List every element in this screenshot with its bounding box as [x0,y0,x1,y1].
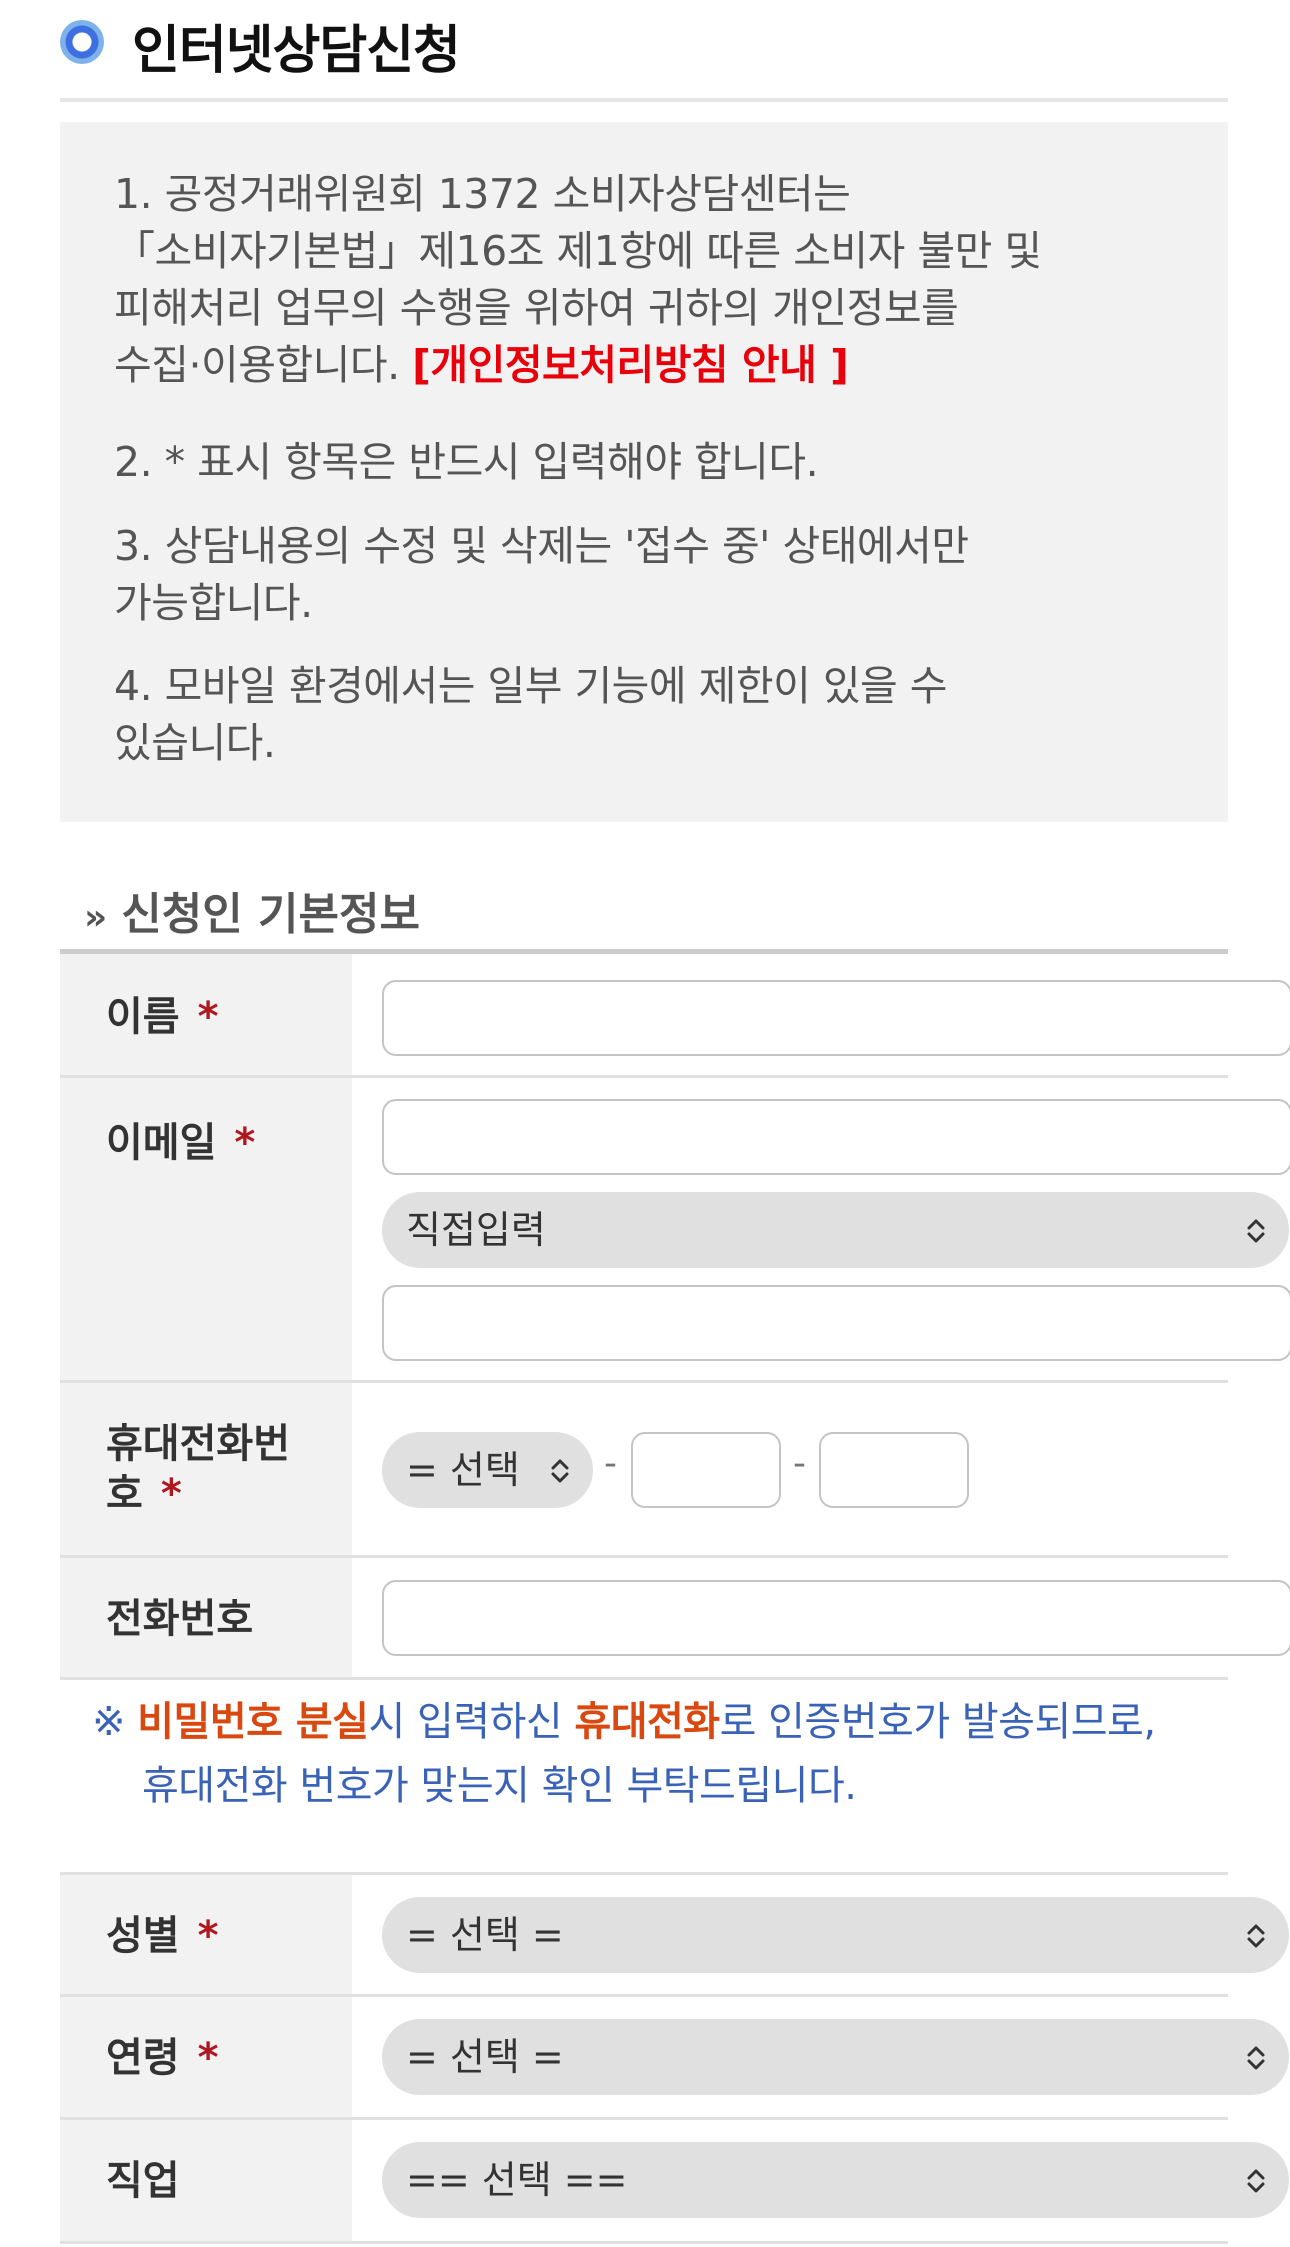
phone-label-cell: 전화번호 [60,1558,352,1677]
mobile-label: 휴대전화번 호 * [106,1419,290,1519]
notice-item-3: 3. 상담내용의 수정 및 삭제는 '접수 중' 상태에서만 가능합니다. [114,518,1194,632]
reference-mark-icon: ※ [92,1699,126,1745]
notice-item-1-line-3: 피해처리 업무의 수행을 위하여 귀하의 개인정보를 [114,284,959,332]
email-label-text: 이메일 [106,1120,217,1166]
section-marker-icon: » [84,897,108,938]
page-header: 인터넷상담신청 [60,0,1228,102]
chevron-up-down-icon [551,1459,569,1483]
phone-label: 전화번호 [106,1596,254,1642]
required-mark: * [160,1471,182,1517]
mobile-label-line-1: 휴대전화번 [106,1421,290,1467]
age-label: 연령 * [106,2033,219,2083]
mobile-middle-input[interactable] [631,1432,781,1508]
notice-item-1-line-1: 1. 공정거래위원회 1372 소비자상담센터는 [114,170,851,218]
required-mark: * [197,1913,219,1959]
phone-notice-emphasis-2: 휴대전화 [574,1699,720,1745]
gender-row: 성별 * = 선택 = [60,1875,1289,1997]
chevron-up-down-icon [1247,2046,1265,2070]
job-row: 직업 == 선택 == [60,2120,1289,2244]
email-domain-select-value: 직접입력 [406,1208,546,1252]
mobile-label-cell: 휴대전화번 호 * [60,1383,352,1555]
required-mark: * [234,1120,256,1166]
ring-bullet-icon [60,20,104,64]
mobile-separator: - [604,1443,617,1484]
phone-notice-emphasis-1: 비밀번호 분실 [137,1699,369,1745]
phone-row: 전화번호 [60,1558,1290,1680]
job-select-value: == 선택 == [406,2158,628,2202]
phone-notice: ※ 비밀번호 분실시 입력하신 휴대전화로 인증번호가 발송되므로, 휴대전화 … [92,1690,1242,1818]
notice-item-1-line-4: 수집·이용합니다. [114,341,413,389]
notice-item-2: 2. * 표시 항목은 반드시 입력해야 합니다. [114,438,819,486]
gender-label-text: 성별 [106,1913,180,1959]
email-row: 이메일 * 직접입력 [60,1078,1290,1383]
required-mark: * [197,2035,219,2081]
job-label: 직업 [106,2158,180,2204]
job-select[interactable]: == 선택 == [382,2142,1289,2218]
notice-box: 1. 공정거래위원회 1372 소비자상담센터는 「소비자기본법」제16조 제1… [60,122,1228,822]
privacy-policy-link[interactable]: [개인정보처리방침 안내 ] [412,341,849,389]
name-input[interactable] [382,980,1290,1056]
phone-notice-line-1: ※ 비밀번호 분실시 입력하신 휴대전화로 인증번호가 발송되므로, [92,1690,1242,1754]
name-label: 이름 * [106,992,219,1042]
notice-item-4-line-1: 4. 모바일 환경에서는 일부 기능에 제한이 있을 수 [114,662,948,710]
age-select[interactable]: = 선택 = [382,2019,1289,2095]
mobile-row: 휴대전화번 호 * = 선택 - - [60,1383,1228,1558]
phone-notice-line-2: 휴대전화 번호가 맞는지 확인 부탁드립니다. [142,1763,857,1809]
email-domain-input[interactable] [382,1285,1290,1361]
notice-item-3-line-1: 3. 상담내용의 수정 및 삭제는 '접수 중' 상태에서만 [114,522,969,570]
page-title: 인터넷상담신청 [132,21,461,81]
name-label-text: 이름 [106,994,180,1040]
notice-item-3-line-2: 가능합니다. [114,579,313,627]
chevron-up-down-icon [1247,1219,1265,1243]
name-row: 이름 * [60,954,1290,1078]
phone-notice-text-1: 시 입력하신 [368,1699,575,1745]
chevron-up-down-icon [1247,2169,1265,2193]
notice-item-1: 1. 공정거래위원회 1372 소비자상담센터는 「소비자기본법」제16조 제1… [114,166,1194,394]
age-label-text: 연령 [106,2035,180,2081]
gender-label-cell: 성별 * [60,1875,352,1994]
section-title-text: 신청인 기본정보 [121,889,420,940]
section-title: » 신청인 기본정보 [84,878,420,942]
email-label: 이메일 * [106,1118,255,1168]
notice-item-1-line-2: 「소비자기본법」제16조 제1항에 따른 소비자 불만 및 [114,227,1042,275]
mobile-prefix-select-value: = 선택 [406,1448,520,1492]
phone-input[interactable] [382,1580,1290,1656]
name-label-cell: 이름 * [60,954,352,1075]
gender-select[interactable]: = 선택 = [382,1897,1289,1973]
email-id-input[interactable] [382,1099,1290,1175]
age-label-cell: 연령 * [60,1997,352,2117]
age-select-value: = 선택 = [406,2035,564,2079]
job-label-cell: 직업 [60,2120,352,2241]
email-domain-select[interactable]: 직접입력 [382,1192,1289,1268]
age-row: 연령 * = 선택 = [60,1997,1289,2120]
notice-item-4-line-2: 있습니다. [114,719,276,767]
mobile-separator: - [793,1443,806,1484]
mobile-prefix-select[interactable]: = 선택 [382,1432,593,1508]
email-label-cell: 이메일 * [60,1078,352,1380]
gender-label: 성별 * [106,1911,219,1961]
gender-select-value: = 선택 = [406,1913,564,1957]
required-mark: * [197,994,219,1040]
chevron-up-down-icon [1247,1924,1265,1948]
phone-notice-text-2: 로 인증번호가 발송되므로, [719,1699,1156,1745]
mobile-last-input[interactable] [819,1432,969,1508]
notice-item-4: 4. 모바일 환경에서는 일부 기능에 제한이 있을 수 있습니다. [114,658,1194,772]
mobile-label-line-2: 호 [106,1471,143,1517]
